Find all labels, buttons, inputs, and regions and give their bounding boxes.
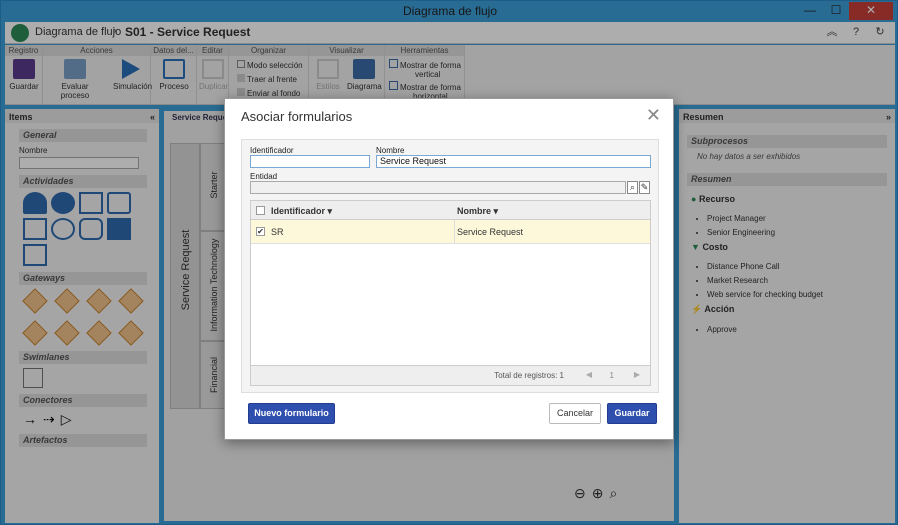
col-name-label: Nombre — [457, 206, 492, 216]
sort-down-icon: ▾ — [327, 206, 333, 216]
total-records: Total de registros: 1 — [494, 371, 564, 380]
forms-table: Identificador ▾ Nombre ▾ ✔ SR Service Re… — [250, 200, 651, 386]
clear-icon[interactable]: ✎ — [639, 181, 650, 194]
col-identifier-label: Identificador — [271, 206, 326, 216]
search-icon[interactable]: ⌕ — [627, 181, 638, 194]
name-label: Nombre — [376, 146, 405, 155]
cancel-button[interactable]: Cancelar — [549, 403, 601, 424]
row-identifier: SR — [271, 227, 284, 237]
sort-down-icon: ▾ — [493, 206, 499, 216]
identifier-label: Identificador — [250, 146, 294, 155]
identifier-input[interactable] — [250, 155, 370, 168]
table-pagination: Total de registros: 1 ◀ 1 ▶ — [251, 365, 650, 385]
entity-input[interactable] — [250, 181, 626, 194]
close-icon[interactable]: ✕ — [646, 105, 661, 126]
next-page-icon[interactable]: ▶ — [634, 370, 640, 379]
col-identifier-header[interactable]: Identificador ▾ — [271, 206, 332, 217]
table-row[interactable]: ✔ SR Service Request — [251, 220, 650, 244]
name-input[interactable]: Service Request — [376, 155, 651, 168]
dialog-title: Asociar formularios — [241, 109, 353, 124]
prev-page-icon[interactable]: ◀ — [586, 370, 592, 379]
row-name: Service Request — [457, 227, 524, 237]
column-divider — [454, 220, 455, 243]
save-button[interactable]: Guardar — [607, 403, 657, 424]
dialog-body: Identificador Nombre Service Request Ent… — [241, 139, 659, 393]
associate-forms-dialog: Asociar formularios ✕ Identificador Nomb… — [224, 98, 674, 440]
table-header: Identificador ▾ Nombre ▾ — [251, 201, 650, 220]
page-number: 1 — [609, 371, 614, 380]
entity-label: Entidad — [250, 172, 278, 181]
new-form-button[interactable]: Nuevo formulario — [248, 403, 335, 424]
row-checkbox[interactable]: ✔ — [256, 227, 265, 236]
select-all-checkbox[interactable] — [256, 206, 265, 215]
col-name-header[interactable]: Nombre ▾ — [457, 206, 498, 217]
